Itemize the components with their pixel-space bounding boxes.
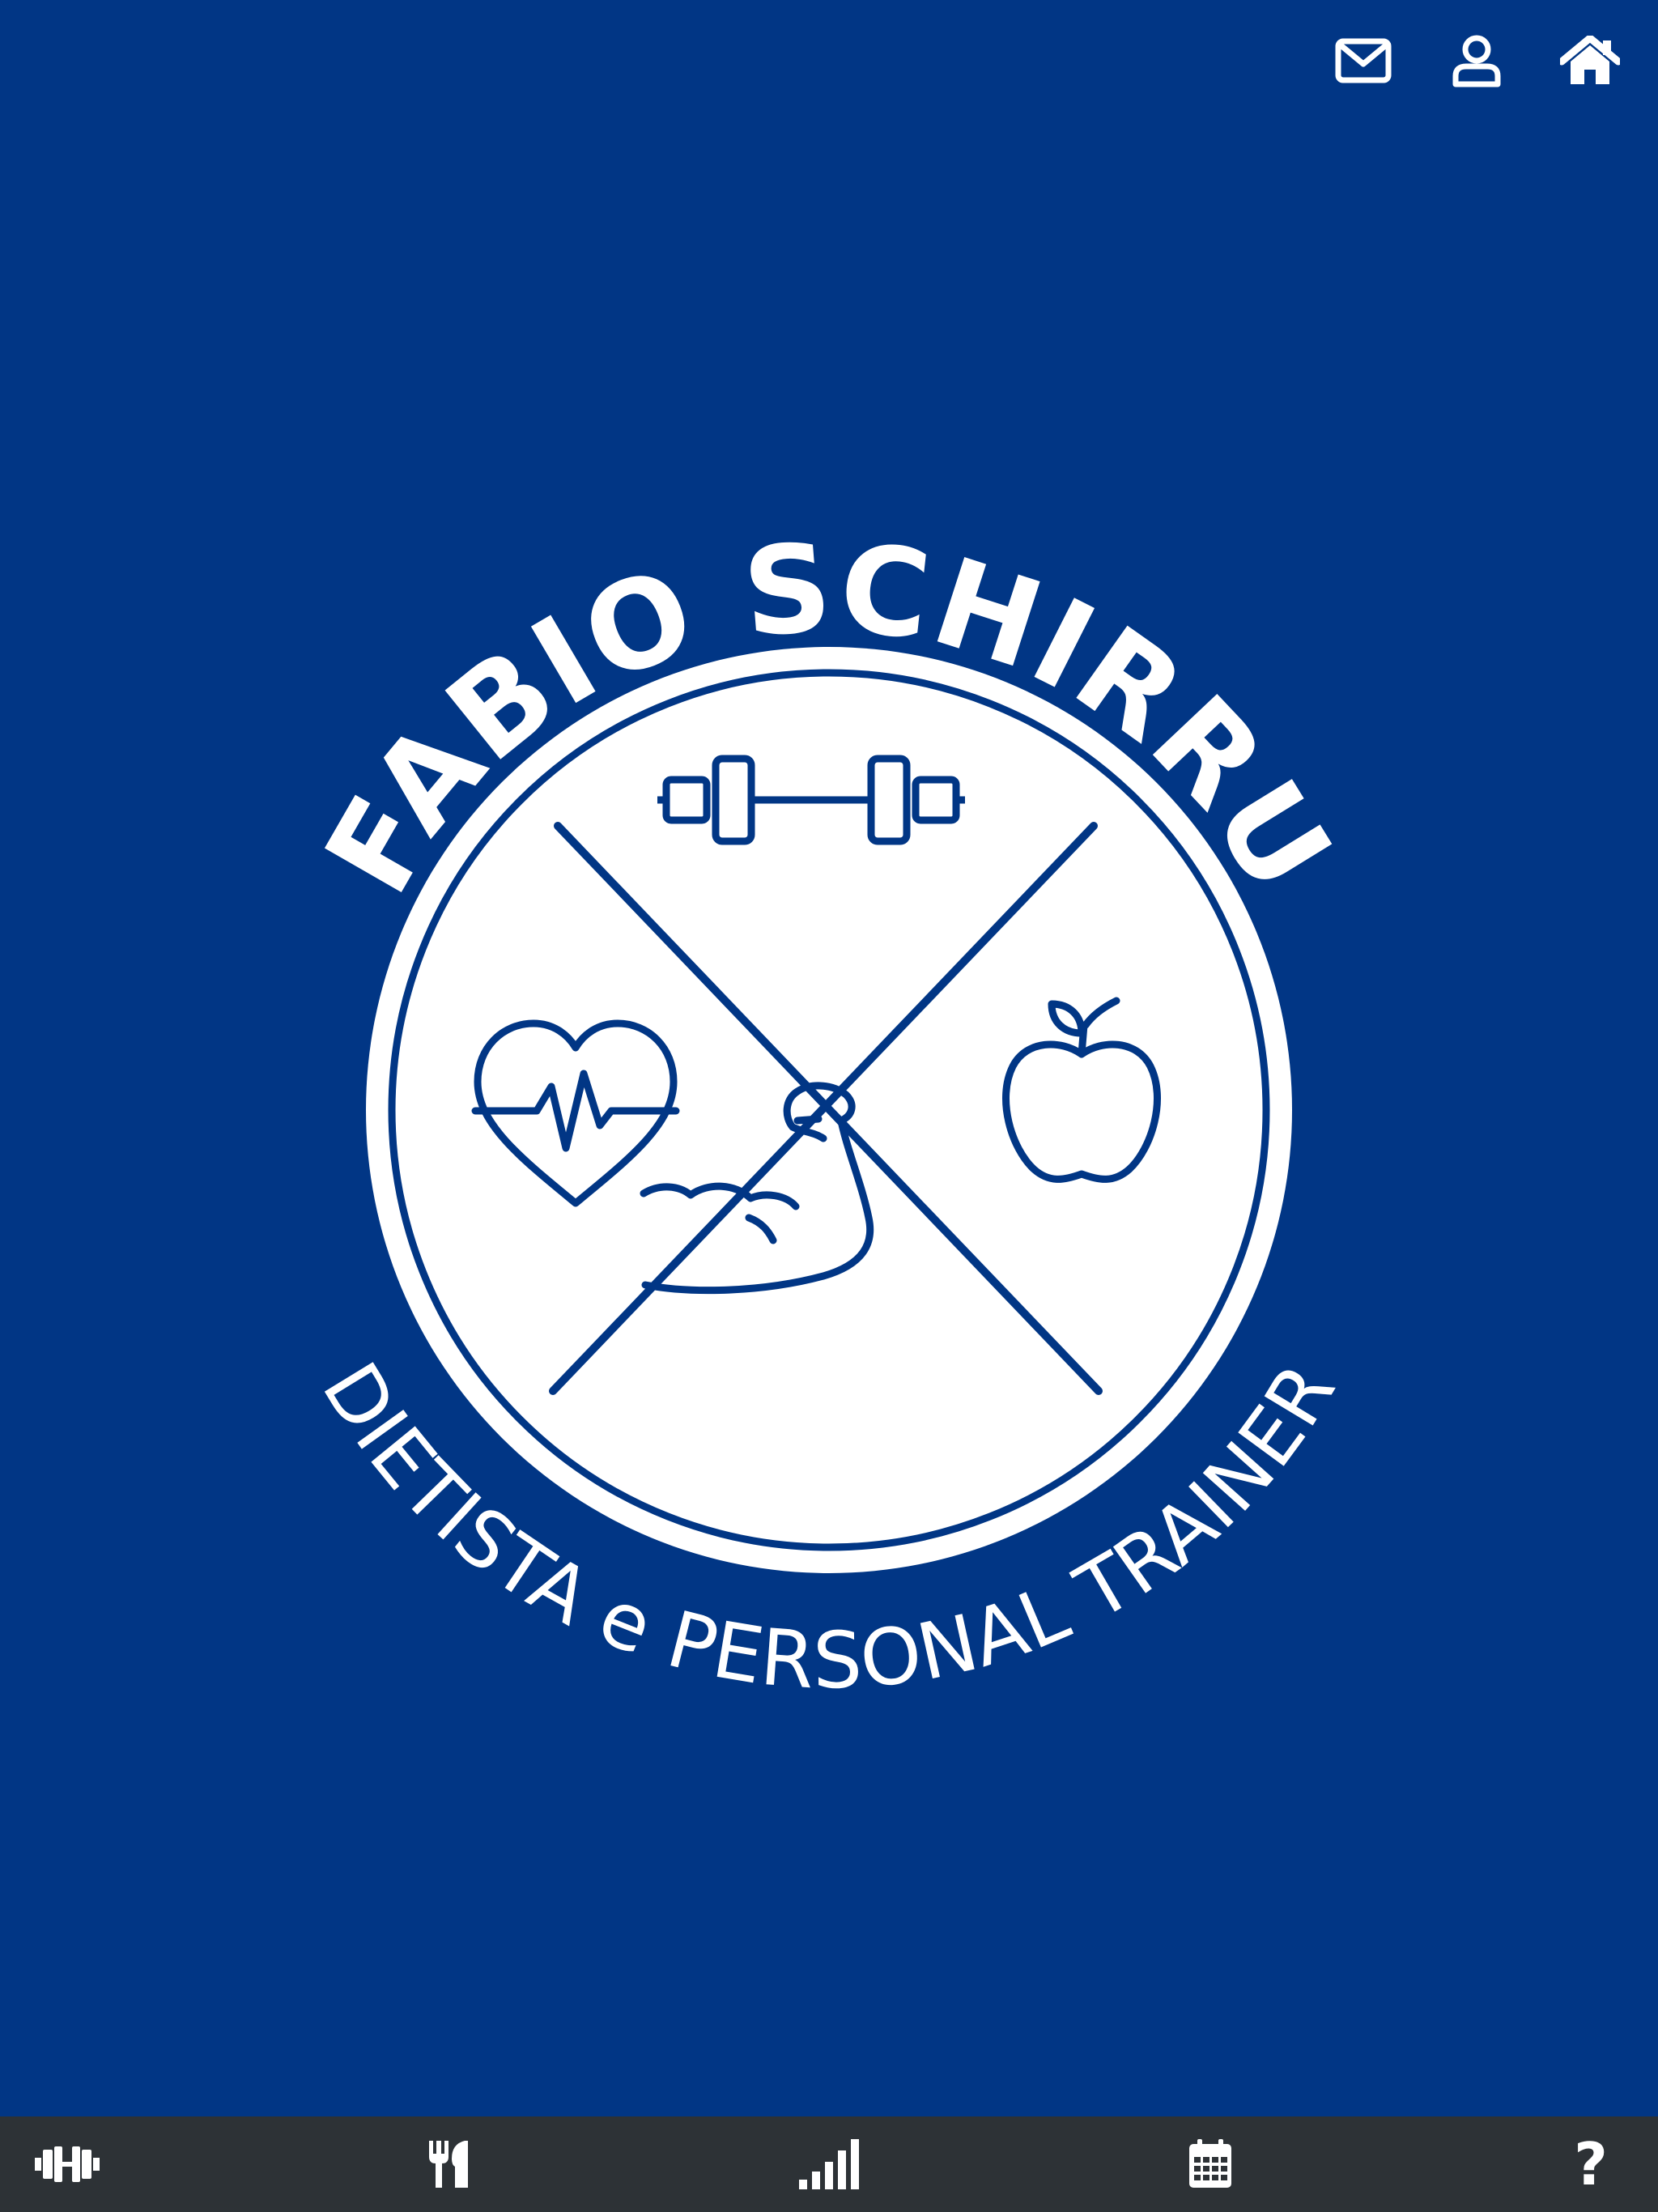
user-icon: [1452, 35, 1501, 87]
app-screen: FABIO SCHIRRU DIETISTA e PERSONAL TRAINE…: [0, 0, 1658, 2212]
mail-icon: [1335, 38, 1392, 83]
calendar-icon: [1188, 2139, 1231, 2188]
top-toolbar: [1307, 24, 1647, 97]
home-button[interactable]: [1533, 24, 1647, 97]
home-icon: [1560, 36, 1620, 84]
nav-calendar[interactable]: [1166, 2120, 1255, 2209]
nav-nutrition[interactable]: [404, 2120, 493, 2209]
nav-help[interactable]: ?: [1546, 2120, 1635, 2209]
utensils-icon: [428, 2141, 468, 2188]
question-icon: ?: [1574, 2130, 1608, 2198]
signal-bars-icon: [799, 2139, 859, 2189]
nav-progress[interactable]: [784, 2120, 874, 2209]
profile-button[interactable]: [1420, 24, 1533, 97]
bottom-nav: ?: [0, 2116, 1658, 2212]
dumbbell-icon: [35, 2146, 100, 2182]
nav-workout[interactable]: [23, 2120, 112, 2209]
brand-logo: FABIO SCHIRRU DIETISTA e PERSONAL TRAINE…: [161, 442, 1497, 1778]
mail-button[interactable]: [1307, 24, 1420, 97]
